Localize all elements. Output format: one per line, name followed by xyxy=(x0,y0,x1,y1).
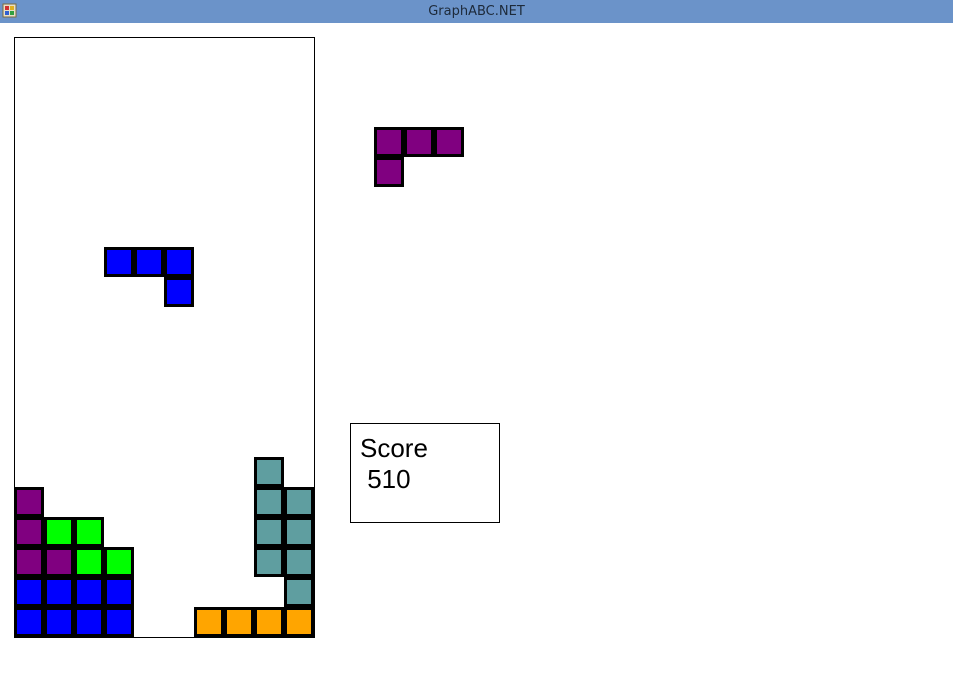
settled-block xyxy=(74,547,104,577)
settled-block xyxy=(14,607,44,637)
settled-block xyxy=(74,517,104,547)
score-label: Score xyxy=(360,433,428,463)
settled-block xyxy=(44,577,74,607)
falling-piece-block xyxy=(134,247,164,277)
settled-block xyxy=(254,547,284,577)
window-title: GraphABC.NET xyxy=(428,4,525,19)
settled-block xyxy=(284,577,314,607)
next-piece-block xyxy=(404,127,434,157)
settled-block xyxy=(74,577,104,607)
settled-block xyxy=(14,487,44,517)
settled-block xyxy=(44,607,74,637)
next-piece-preview xyxy=(374,127,466,189)
title-bar: GraphABC.NET xyxy=(0,0,953,23)
settled-block xyxy=(254,457,284,487)
next-piece-block xyxy=(374,157,404,187)
falling-piece-block xyxy=(164,247,194,277)
next-piece-block xyxy=(434,127,464,157)
settled-block xyxy=(224,607,254,637)
score-value: 510 xyxy=(360,464,411,494)
falling-piece-block xyxy=(164,277,194,307)
falling-piece-block xyxy=(104,247,134,277)
settled-block xyxy=(284,607,314,637)
settled-block xyxy=(14,577,44,607)
settled-block xyxy=(104,607,134,637)
settled-block xyxy=(254,517,284,547)
settled-block xyxy=(254,487,284,517)
settled-block xyxy=(284,547,314,577)
next-piece-block xyxy=(374,127,404,157)
settled-block xyxy=(14,517,44,547)
settled-block xyxy=(44,547,74,577)
settled-block xyxy=(74,607,104,637)
score-panel: Score 510 xyxy=(350,423,500,523)
settled-block xyxy=(284,487,314,517)
settled-block xyxy=(194,607,224,637)
settled-block xyxy=(254,607,284,637)
settled-block xyxy=(104,577,134,607)
settled-block xyxy=(104,547,134,577)
settled-block xyxy=(284,517,314,547)
settled-block xyxy=(14,547,44,577)
settled-block xyxy=(44,517,74,547)
game-board[interactable] xyxy=(14,37,315,638)
